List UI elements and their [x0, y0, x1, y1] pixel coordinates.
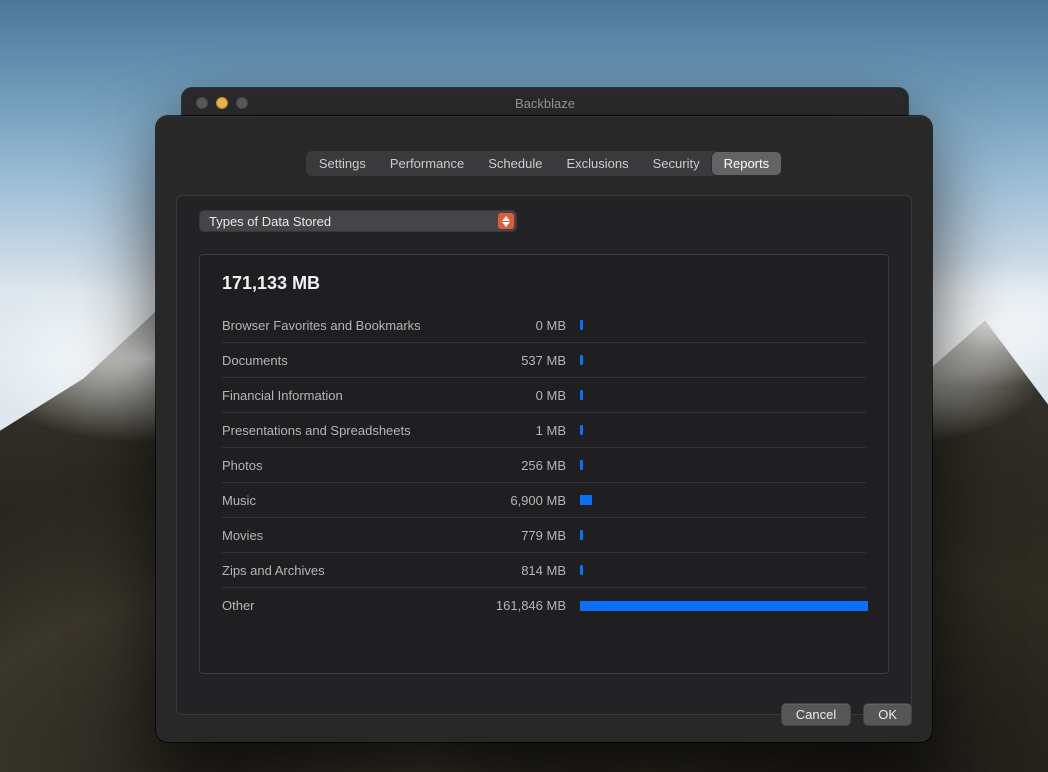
- data-type-label: Movies: [222, 528, 472, 543]
- data-type-row: Zips and Archives 814 MB: [222, 553, 866, 588]
- window-title: Backblaze: [182, 96, 908, 111]
- report-type-select-label: Types of Data Stored: [209, 214, 331, 229]
- select-stepper-icon: [498, 213, 514, 229]
- data-type-label: Music: [222, 493, 472, 508]
- preferences-sheet: SettingsPerformanceScheduleExclusionsSec…: [156, 116, 932, 742]
- data-type-bar-cell: [580, 424, 866, 436]
- data-type-bar: [580, 390, 583, 400]
- data-type-bar-cell: [580, 600, 866, 612]
- data-type-label: Financial Information: [222, 388, 472, 403]
- tab-bar-container: SettingsPerformanceScheduleExclusionsSec…: [176, 150, 912, 177]
- tab-reports[interactable]: Reports: [712, 152, 782, 175]
- data-type-bar: [580, 320, 583, 330]
- data-type-row: Financial Information 0 MB: [222, 378, 866, 413]
- data-type-bar: [580, 530, 583, 540]
- data-type-label: Browser Favorites and Bookmarks: [222, 318, 472, 333]
- data-type-bar: [580, 355, 583, 365]
- tab-exclusions[interactable]: Exclusions: [554, 152, 640, 175]
- report-type-select[interactable]: Types of Data Stored: [199, 210, 517, 232]
- data-type-row: Music 6,900 MB: [222, 483, 866, 518]
- data-type-size: 0 MB: [486, 388, 566, 403]
- cancel-button[interactable]: Cancel: [781, 703, 851, 726]
- data-type-bar: [580, 601, 868, 611]
- titlebar: Backblaze: [182, 88, 908, 118]
- data-type-list: Browser Favorites and Bookmarks 0 MB Docum…: [222, 308, 866, 623]
- tab-performance[interactable]: Performance: [378, 152, 476, 175]
- data-type-bar: [580, 565, 583, 575]
- data-type-bar-cell: [580, 389, 866, 401]
- data-type-bar: [580, 425, 583, 435]
- data-type-row: Photos 256 MB: [222, 448, 866, 483]
- data-type-bar-cell: [580, 319, 866, 331]
- data-type-label: Other: [222, 598, 472, 613]
- data-type-size: 6,900 MB: [486, 493, 566, 508]
- tab-bar: SettingsPerformanceScheduleExclusionsSec…: [305, 150, 783, 177]
- data-type-label: Photos: [222, 458, 472, 473]
- report-box: 171,133 MB Browser Favorites and Bookmar…: [199, 254, 889, 674]
- data-type-bar-cell: [580, 564, 866, 576]
- data-type-row: Presentations and Spreadsheets 1 MB: [222, 413, 866, 448]
- tab-settings[interactable]: Settings: [307, 152, 378, 175]
- data-type-row: Browser Favorites and Bookmarks 0 MB: [222, 308, 866, 343]
- data-type-size: 814 MB: [486, 563, 566, 578]
- data-type-label: Presentations and Spreadsheets: [222, 423, 472, 438]
- ok-button[interactable]: OK: [863, 703, 912, 726]
- tab-schedule[interactable]: Schedule: [476, 152, 554, 175]
- data-type-bar: [580, 460, 583, 470]
- data-type-bar-cell: [580, 459, 866, 471]
- reports-panel: Types of Data Stored 171,133 MB Browser …: [176, 195, 912, 715]
- data-type-label: Documents: [222, 353, 472, 368]
- data-type-size: 779 MB: [486, 528, 566, 543]
- data-type-row: Other 161,846 MB: [222, 588, 866, 623]
- sheet-footer: Cancel OK: [781, 703, 912, 726]
- data-type-label: Zips and Archives: [222, 563, 472, 578]
- data-type-bar-cell: [580, 529, 866, 541]
- tab-security[interactable]: Security: [641, 152, 712, 175]
- data-type-size: 537 MB: [486, 353, 566, 368]
- data-type-size: 1 MB: [486, 423, 566, 438]
- total-size: 171,133 MB: [222, 273, 866, 294]
- data-type-bar-cell: [580, 354, 866, 366]
- data-type-row: Documents 537 MB: [222, 343, 866, 378]
- data-type-size: 256 MB: [486, 458, 566, 473]
- data-type-row: Movies 779 MB: [222, 518, 866, 553]
- data-type-size: 161,846 MB: [486, 598, 566, 613]
- data-type-bar: [580, 495, 592, 505]
- data-type-size: 0 MB: [486, 318, 566, 333]
- data-type-bar-cell: [580, 494, 866, 506]
